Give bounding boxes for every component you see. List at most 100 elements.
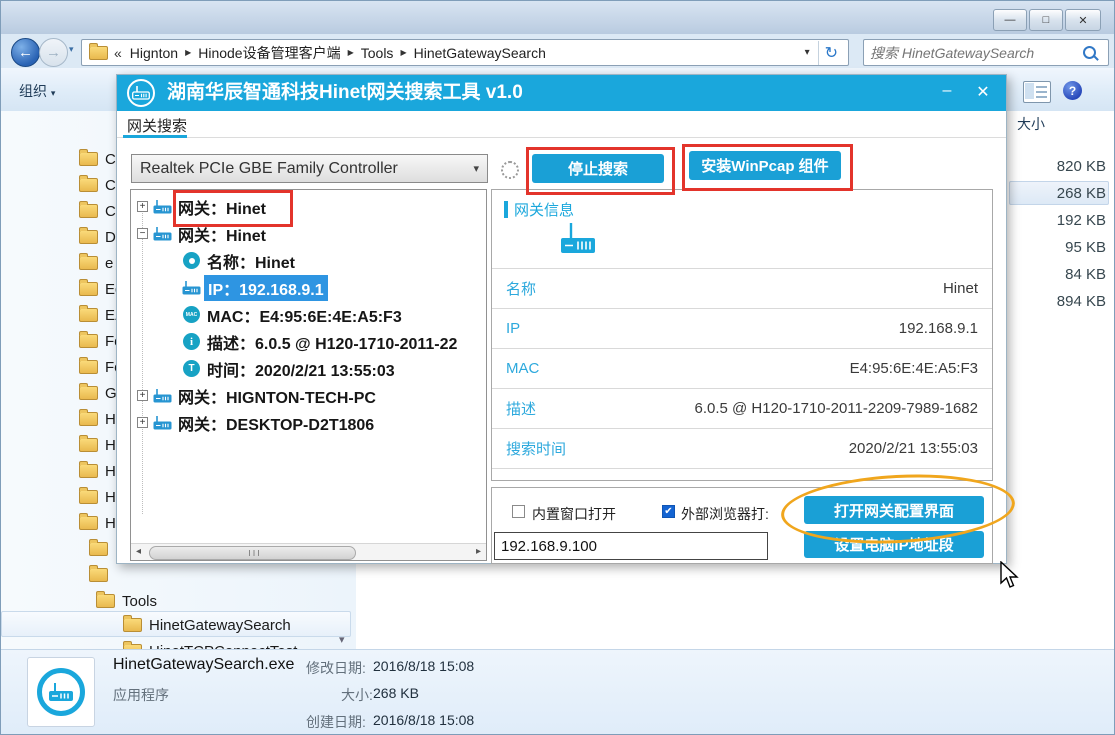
folder-icon <box>79 334 98 348</box>
sidebar-item[interactable] <box>89 537 115 561</box>
window-close-button[interactable]: ✕ <box>1065 9 1101 31</box>
search-icon[interactable] <box>1083 46 1096 59</box>
tree-expander-icon[interactable]: + <box>137 390 148 401</box>
refresh-icon[interactable]: ↻ <box>818 41 844 65</box>
info-value: 2020/2/21 13:55:03 <box>849 440 978 457</box>
info-label: 描述 <box>506 398 536 419</box>
tree-item-gateway-desktop[interactable]: + 网关：DESKTOP-D2T1806 <box>131 409 486 436</box>
tree-expander-icon[interactable]: − <box>137 228 148 239</box>
tree-item-gateway-hignton[interactable]: + 网关：HIGNTON-TECH-PC <box>131 382 486 409</box>
gateway-info-header: 网关信息 <box>504 199 574 220</box>
organize-label: 组织 <box>19 83 47 99</box>
sidebar-item-label: HinetGatewaySearch <box>149 617 291 634</box>
file-size-cell[interactable]: 268 KB <box>1011 185 1106 202</box>
folder-icon <box>123 618 142 632</box>
scroll-right-icon[interactable]: ▸ <box>476 546 481 557</box>
search-input[interactable] <box>864 41 1083 65</box>
router-icon <box>153 388 172 403</box>
info-label: 名称 <box>506 278 536 299</box>
nav-history-dropdown-icon[interactable]: ▾ <box>69 44 74 55</box>
sidebar-scroll-down-icon[interactable]: ▾ <box>339 633 345 646</box>
tree-item-label: 网关：HIGNTON-TECH-PC <box>178 384 376 408</box>
size-column-header[interactable]: 大小 <box>1017 114 1045 134</box>
details-size-value: 268 KB <box>373 685 419 701</box>
change-view-button[interactable] <box>1023 81 1051 103</box>
dialog-minimize-button[interactable]: – <box>936 82 958 100</box>
tree-item-label: MAC：E4:95:6E:4E:A5:F3 <box>207 303 402 327</box>
folder-icon <box>79 516 98 530</box>
folder-icon <box>79 490 98 504</box>
external-browser-label[interactable]: 外部浏览器打: <box>681 504 769 524</box>
ip-address-input[interactable] <box>494 532 768 560</box>
breadcrumb-item-tools[interactable]: Tools <box>361 45 394 61</box>
sidebar-item-label: H <box>105 463 116 480</box>
tree-horizontal-scrollbar[interactable]: ◂ ▸ <box>131 543 486 560</box>
folder-icon <box>89 568 108 582</box>
time-icon: T <box>183 360 200 377</box>
tree-expander-icon[interactable]: + <box>137 201 148 212</box>
window-titlebar <box>1 1 1114 34</box>
window-maximize-button[interactable]: □ <box>1029 9 1063 31</box>
details-created-value: 2016/8/18 15:08 <box>373 712 474 728</box>
breadcrumb-separator-icon: ▶ <box>185 48 191 57</box>
scroll-left-icon[interactable]: ◂ <box>136 546 141 557</box>
external-browser-checkbox[interactable]: ✔ <box>662 505 675 518</box>
sidebar-item-label: H <box>105 437 116 454</box>
info-value: E4:95:6E:4E:A5:F3 <box>850 360 978 377</box>
folder-icon <box>79 230 98 244</box>
tree-item-mac[interactable]: MAC MAC：E4:95:6E:4E:A5:F3 <box>131 301 486 328</box>
file-size-cell: 95 KB <box>1011 239 1106 256</box>
change-view-line <box>1036 91 1047 93</box>
tab-active-underline <box>123 135 187 138</box>
back-button[interactable]: ← <box>11 38 40 67</box>
tree-expander-icon[interactable]: + <box>137 417 148 428</box>
breadcrumb-item-hinode[interactable]: Hinode设备管理客户端 <box>198 43 340 63</box>
window-minimize-button[interactable]: — <box>993 9 1027 31</box>
sidebar-item[interactable]: e <box>79 251 113 275</box>
sidebar-item[interactable]: H <box>79 485 116 509</box>
help-icon[interactable]: ? <box>1063 81 1082 100</box>
tree-item-description[interactable]: i 描述：6.0.5 @ H120-1710-2011-22 <box>131 328 486 355</box>
folder-icon <box>89 542 108 556</box>
address-bar[interactable]: « Hignton ▶ Hinode设备管理客户端 ▶ Tools ▶ Hine… <box>81 39 849 66</box>
sidebar-item-tools[interactable]: Tools <box>96 589 157 613</box>
address-dropdown-icon[interactable]: ▾ <box>797 47 818 58</box>
annotation-red-box-tree-item <box>173 190 293 227</box>
organize-menu-button[interactable]: 组织 ▾ <box>19 81 55 101</box>
search-box[interactable] <box>863 39 1109 66</box>
details-modified-label: 修改日期: <box>306 658 366 678</box>
forward-button[interactable]: → <box>39 38 68 67</box>
scrollbar-thumb[interactable] <box>149 546 356 560</box>
gateway-info-box: 网关信息 名称 Hinet IP 192.168.9.1 MAC E4:95:6… <box>491 189 993 481</box>
hinet-logo-icon <box>127 79 155 107</box>
dialog-close-button[interactable]: ✕ <box>972 82 994 102</box>
search-spinner-icon <box>501 161 519 179</box>
tab-gateway-search[interactable]: 网关搜索 <box>127 115 187 136</box>
sidebar-item[interactable]: H <box>79 433 116 457</box>
network-adapter-select[interactable]: Realtek PCIe GBE Family Controller ▾ <box>131 154 488 183</box>
embedded-window-label[interactable]: 内置窗口打开 <box>532 504 616 524</box>
info-value: 192.168.9.1 <box>899 320 978 337</box>
sidebar-item[interactable]: H <box>79 459 116 483</box>
embedded-window-checkbox[interactable] <box>512 505 525 518</box>
breadcrumb-prefix[interactable]: « <box>114 45 122 61</box>
info-label: MAC <box>506 360 539 377</box>
breadcrumb-item-hinetgatewaysearch[interactable]: HinetGatewaySearch <box>414 45 546 61</box>
sidebar-item-hinetgatewaysearch[interactable]: HinetGatewaySearch <box>123 613 291 637</box>
breadcrumb-item-hignton[interactable]: Hignton <box>130 45 178 61</box>
dialog-title: 湖南华辰智通科技Hinet网关搜索工具 v1.0 <box>167 75 523 111</box>
change-view-line <box>1036 86 1047 88</box>
tree-item-name[interactable]: 名称：Hinet <box>131 247 486 274</box>
gateway-info-title: 网关信息 <box>514 199 574 220</box>
folder-icon <box>79 256 98 270</box>
tree-item-ip-selected[interactable]: IP：192.168.9.1 <box>131 274 486 301</box>
sidebar-item[interactable]: H <box>79 511 116 535</box>
breadcrumb-separator-icon: ▶ <box>400 48 406 57</box>
folder-icon <box>79 412 98 426</box>
annotation-red-box-winpcap <box>682 144 853 191</box>
sidebar-item[interactable] <box>89 563 115 587</box>
tree-item-time[interactable]: T 时间：2020/2/21 13:55:03 <box>131 355 486 382</box>
details-file-name: HinetGatewaySearch.exe <box>113 656 294 674</box>
folder-icon <box>79 308 98 322</box>
change-view-line <box>1036 96 1047 98</box>
